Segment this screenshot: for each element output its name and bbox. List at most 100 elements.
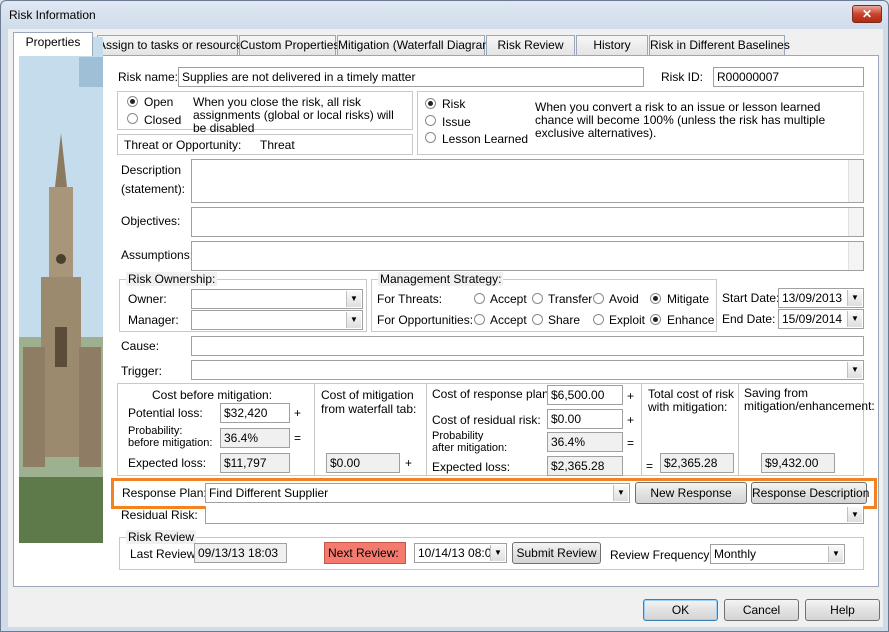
title-bar: Risk Information ✕ (1, 1, 888, 29)
close-icon[interactable]: ✕ (852, 5, 882, 23)
risk-id-input[interactable]: R00000007 (713, 67, 864, 87)
total-title: Total cost of risk (648, 387, 735, 401)
equals-sign: = (627, 436, 635, 450)
review-frequency-select[interactable]: Monthly ▼ (710, 544, 845, 564)
opportunities-label: For Opportunities: (377, 313, 474, 327)
new-response-button[interactable]: New Response (635, 482, 747, 504)
last-review-field: 09/13/13 18:03 (194, 543, 287, 563)
residual-risk-select[interactable]: ▼ (205, 506, 864, 524)
response-plan-select[interactable]: Find Different Supplier ▼ (205, 483, 630, 503)
objectives-scrollbar[interactable] (848, 208, 863, 236)
response-description-button[interactable]: Response Description (751, 482, 869, 504)
chevron-down-icon[interactable]: ▼ (613, 485, 628, 501)
plus-sign: + (294, 406, 302, 420)
expected-loss-label: Expected loss: (128, 456, 207, 470)
threat-transfer-radio[interactable] (532, 293, 543, 304)
description-textarea[interactable] (191, 159, 864, 203)
start-date-picker[interactable]: 13/09/2013 ▼ (778, 288, 864, 308)
manager-label: Manager: (128, 313, 179, 327)
risk-radio[interactable] (425, 98, 436, 109)
risk-name-input[interactable]: Supplies are not delivered in a timely m… (178, 67, 644, 87)
threat-mitigate-radio[interactable] (650, 293, 661, 304)
potential-loss-input[interactable]: $32,420 (220, 403, 290, 423)
tab-risk-review[interactable]: Risk Review (486, 35, 575, 55)
total-cost-field: $2,365.28 (660, 453, 734, 473)
lesson-radio[interactable] (425, 132, 436, 143)
next-review-label: Next Review: (324, 542, 406, 564)
prob-after-field: 36.4% (547, 432, 623, 452)
window-title: Risk Information (9, 8, 96, 22)
opp-enhance-radio[interactable] (650, 314, 661, 325)
description-scrollbar[interactable] (848, 160, 863, 202)
tab-custom-properties[interactable]: Custom Properties (239, 35, 339, 55)
residual-cost-input[interactable]: $0.00 (547, 409, 623, 429)
chevron-down-icon[interactable]: ▼ (346, 312, 361, 328)
assumptions-scrollbar[interactable] (848, 242, 863, 270)
potential-loss-label: Potential loss: (128, 406, 203, 420)
help-button[interactable]: Help (805, 599, 880, 621)
chevron-down-icon[interactable]: ▼ (847, 290, 862, 306)
description-label-2: (statement): (121, 182, 186, 196)
cause-input[interactable] (191, 336, 864, 356)
trigger-label: Trigger: (121, 364, 162, 378)
tab-baselines[interactable]: Risk in Different Baselines (649, 35, 790, 55)
next-review-picker[interactable]: 10/14/13 08:00 ▼ (414, 543, 507, 563)
total-title-2: with mitigation: (648, 400, 728, 414)
owner-label: Owner: (128, 292, 167, 306)
chevron-down-icon[interactable]: ▼ (828, 546, 843, 562)
objectives-label: Objectives: (121, 214, 181, 228)
review-frequency-value: Monthly (714, 547, 757, 561)
plus-sign: + (627, 413, 635, 427)
submit-review-button[interactable]: Submit Review (512, 542, 601, 564)
objectives-textarea[interactable] (191, 207, 864, 237)
saving-field: $9,432.00 (761, 453, 835, 473)
chevron-down-icon[interactable]: ▼ (847, 507, 862, 522)
open-label: Open (144, 95, 174, 109)
closed-radio[interactable] (127, 113, 138, 124)
chevron-down-icon[interactable]: ▼ (847, 362, 862, 378)
chevron-down-icon[interactable]: ▼ (346, 291, 361, 307)
chevron-down-icon[interactable]: ▼ (490, 545, 505, 561)
next-review-value: 10/14/13 08:00 (418, 546, 499, 560)
expected-after-field: $2,365.28 (547, 456, 623, 476)
plus-sign: + (627, 389, 635, 403)
review-frequency-label: Review Frequency: (610, 548, 713, 562)
opp-exploit-label: Exploit (609, 313, 646, 327)
waterfall-title: Cost of mitigation (321, 388, 414, 402)
chevron-down-icon[interactable]: ▼ (847, 311, 862, 327)
probability-label-2: before mitigation: (128, 437, 213, 449)
tab-history[interactable]: History (576, 35, 648, 55)
opp-exploit-radio[interactable] (593, 314, 604, 325)
opp-accept-radio[interactable] (474, 314, 485, 325)
expected-after-label: Expected loss: (432, 460, 511, 474)
strategy-title: Management Strategy: (378, 272, 504, 286)
prob-after-label: Probability (432, 430, 484, 442)
threat-value: Threat (260, 138, 295, 152)
issue-radio[interactable] (425, 115, 436, 126)
residual-risk-label: Residual Risk: (121, 508, 198, 522)
response-cost-label: Cost of response plan: (432, 387, 553, 401)
opp-share-label: Share (548, 313, 581, 327)
tab-properties[interactable]: Properties (13, 32, 93, 56)
opp-share-radio[interactable] (532, 314, 543, 325)
threat-avoid-radio[interactable] (593, 293, 604, 304)
assumptions-textarea[interactable] (191, 241, 864, 271)
cause-label: Cause: (121, 339, 160, 353)
tab-assign[interactable]: Assign to tasks or resources (97, 35, 249, 55)
open-radio[interactable] (127, 96, 138, 107)
threat-mitigate-label: Mitigate (667, 292, 710, 306)
manager-select[interactable]: ▼ (191, 310, 363, 330)
equals-sign: = (294, 431, 302, 445)
trigger-select[interactable]: ▼ (191, 360, 864, 380)
tab-mitigation[interactable]: Mitigation (Waterfall Diagram) (337, 35, 496, 55)
ok-button[interactable]: OK (643, 599, 718, 621)
saving-title-2: mitigation/enhancement: (744, 399, 875, 413)
plus-sign: + (405, 456, 413, 470)
owner-select[interactable]: ▼ (191, 289, 363, 309)
end-date-picker[interactable]: 15/09/2014 ▼ (778, 309, 864, 329)
threat-accept-radio[interactable] (474, 293, 485, 304)
response-cost-input[interactable]: $6,500.00 (547, 385, 623, 405)
cost-separator (314, 383, 315, 476)
assumptions-label: Assumptions: (121, 248, 194, 262)
cancel-button[interactable]: Cancel (724, 599, 799, 621)
